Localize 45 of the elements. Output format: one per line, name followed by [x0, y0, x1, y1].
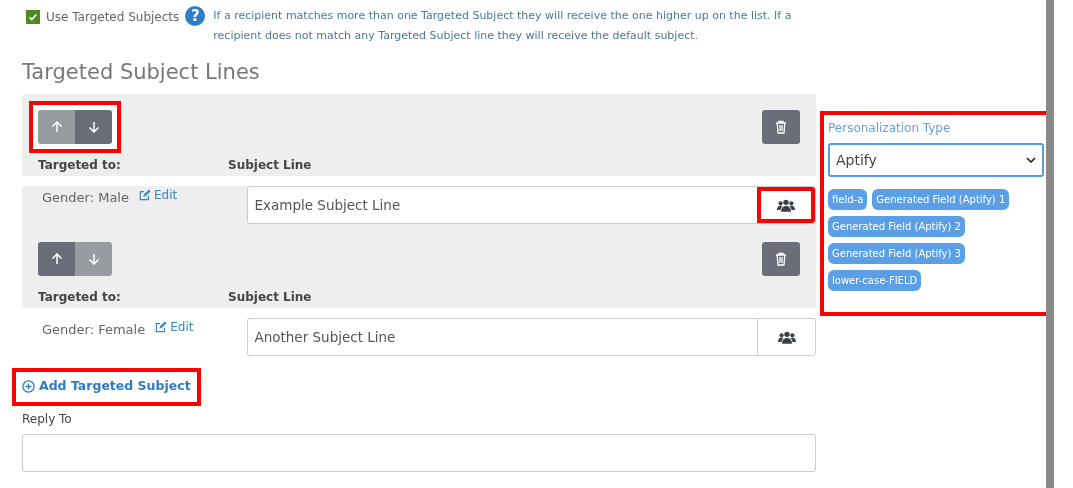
trash-icon — [775, 120, 787, 134]
field-tag[interactable]: field-a — [828, 189, 868, 210]
field-tag[interactable]: Generated Field (Aptify) 2 — [828, 216, 965, 237]
people-icon — [777, 330, 796, 344]
delete-button[interactable] — [762, 242, 800, 276]
help-note: If a recipient matches more than one Targeted Subject they will receive the one higher up on the list. If a recipient does not match any Targeted Subject line they will receive the default subject. — [213, 8, 793, 44]
field-label: Targeted to: — [38, 158, 122, 174]
checkbox[interactable] — [26, 10, 40, 24]
move-down-button[interactable] — [75, 110, 112, 144]
edit-icon — [155, 321, 168, 333]
scrollbar[interactable] — [1046, 0, 1054, 488]
people-icon — [777, 198, 795, 212]
field-label: Subject Line — [228, 290, 312, 306]
personalize-button[interactable] — [757, 319, 815, 355]
field-tag[interactable]: Generated Field (Aptify) 1 — [872, 189, 1010, 210]
arrow-up-icon — [50, 121, 63, 133]
arrow-down-icon — [87, 121, 100, 133]
help-icon[interactable]: ? — [185, 6, 206, 26]
subject-input[interactable]: Another Subject Line — [247, 318, 816, 356]
edit-icon — [139, 189, 151, 201]
subject-input[interactable]: Example Subject Line — [247, 186, 816, 224]
chevron-icon — [1026, 157, 1036, 163]
arrow-up-icon — [50, 253, 63, 265]
field-tag[interactable]: Generated Field (Aptify) 3 — [828, 243, 965, 264]
trash-icon — [775, 252, 787, 266]
edit-link[interactable]: Edit — [155, 318, 194, 334]
section-title: Targeted Subject Lines — [22, 60, 261, 84]
checkbox-label: Use Targeted Subjects — [46, 9, 180, 26]
personalize-button[interactable] — [757, 187, 815, 223]
target-text: Gender: Male — [42, 189, 129, 205]
reply-to-input[interactable] — [22, 433, 816, 472]
field-label: Targeted to: — [38, 290, 122, 306]
check-icon — [28, 12, 38, 22]
move-up-button[interactable] — [38, 242, 75, 276]
plus-circle-icon — [22, 379, 35, 393]
personalization-select[interactable]: Aptify — [828, 143, 1044, 177]
field-tag[interactable]: lower-case-FIELD — [828, 270, 922, 291]
edit-link[interactable]: Edit — [139, 186, 178, 202]
arrow-down-icon — [87, 253, 100, 265]
field-label: Personalization Type — [828, 121, 952, 135]
delete-button[interactable] — [762, 110, 800, 144]
field-label: Subject Line — [228, 158, 312, 174]
field-label: Reply To — [22, 411, 73, 426]
target-text: Gender: Female — [42, 321, 146, 337]
add-targeted-subject-link[interactable]: Add Targeted Subject — [22, 377, 191, 395]
